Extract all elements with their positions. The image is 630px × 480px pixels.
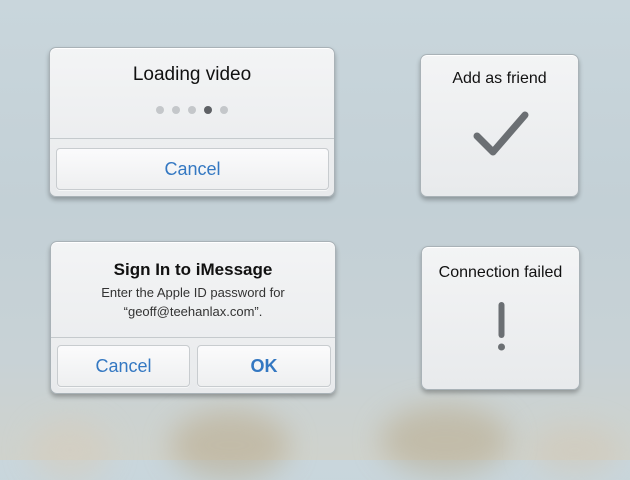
sign-in-title: Sign In to iMessage xyxy=(113,260,273,279)
sign-in-alert: Sign In to iMessage Enter the Apple ID p… xyxy=(50,241,336,394)
connection-failed-hud: Connection failed xyxy=(421,246,580,390)
progress-dot xyxy=(220,106,228,114)
background-blur xyxy=(30,420,110,480)
ok-button[interactable]: OK xyxy=(197,345,331,387)
loading-title: Loading video xyxy=(132,64,252,85)
progress-dot xyxy=(172,106,180,114)
alert-divider xyxy=(50,138,334,139)
add-friend-hud: Add as friend xyxy=(420,54,579,197)
alert-divider xyxy=(51,337,335,338)
cancel-button[interactable]: Cancel xyxy=(57,345,190,387)
background-blur xyxy=(530,425,620,475)
progress-dot-active xyxy=(204,106,212,114)
loading-video-alert: Loading video Cancel xyxy=(49,47,335,197)
sign-in-message-line1: Enter the Apple ID password for xyxy=(101,285,285,300)
progress-dot xyxy=(156,106,164,114)
progress-dot xyxy=(188,106,196,114)
background-blur xyxy=(380,405,510,475)
loading-progress-dots xyxy=(156,106,232,114)
exclamation-icon xyxy=(498,302,505,351)
background-blur xyxy=(170,410,290,480)
sign-in-message-line2: “geoff@teehanlax.com”. xyxy=(123,304,263,319)
checkmark-icon xyxy=(473,111,529,156)
cancel-button[interactable]: Cancel xyxy=(56,148,329,190)
